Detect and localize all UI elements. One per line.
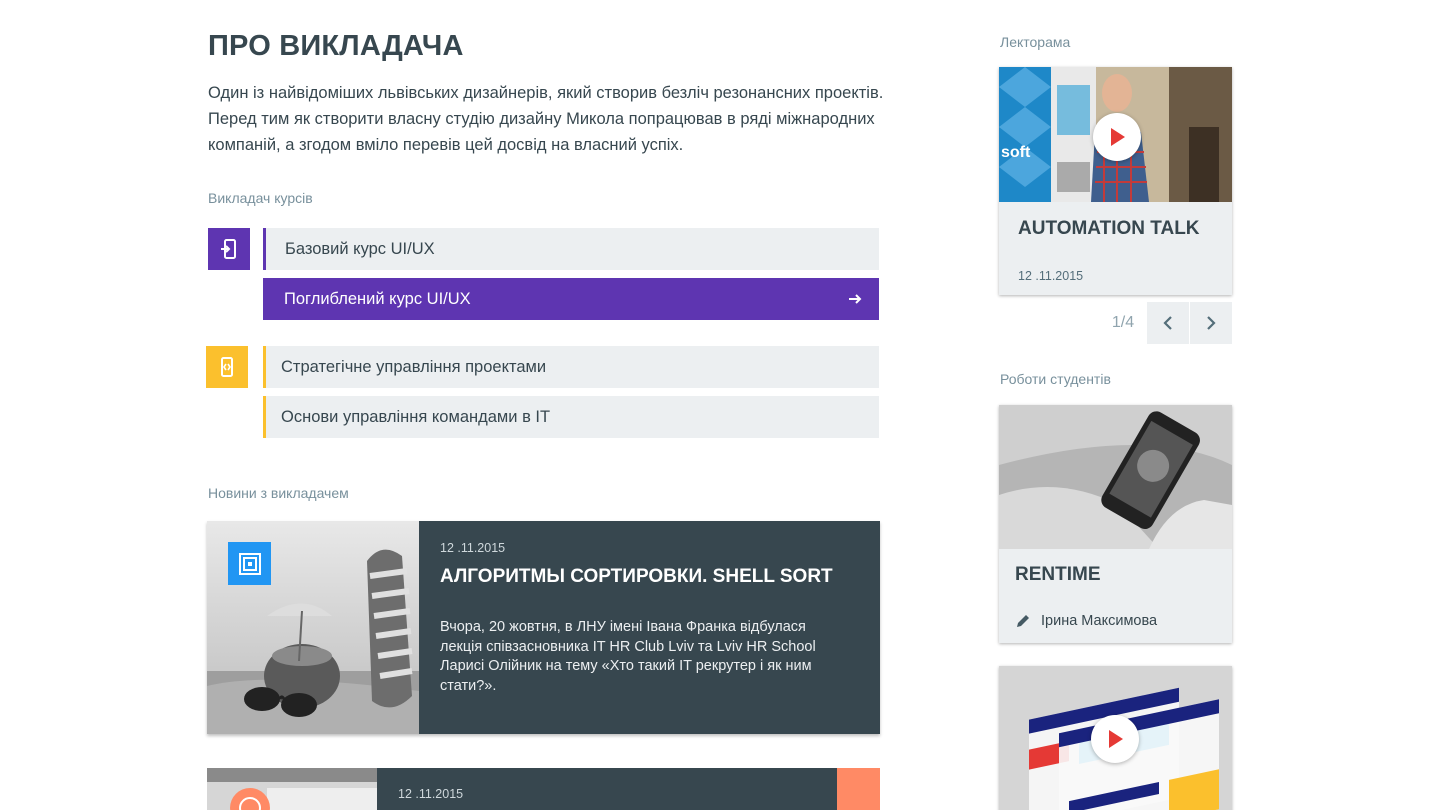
author-line: Ірина Максимова	[1015, 613, 1157, 629]
course-item-basic-uiux[interactable]: Базовий курс UI/UX	[263, 228, 879, 270]
lectorama-card[interactable]: soft AUTOMATION TALK 12 .11.2015	[999, 67, 1232, 295]
news-date: 12 .11.2015	[398, 787, 464, 801]
page-title: ПРО ВИКЛАДАЧА	[208, 30, 464, 62]
mobile-code-icon	[206, 346, 248, 388]
course-label: Основи управління командами в IT	[281, 407, 551, 426]
chevron-left-icon[interactable]	[1147, 302, 1189, 344]
news-card[interactable]: 12 .11.2015 АЛГОРИТМЫ СОРТИРОВКИ. SHELL …	[207, 521, 880, 734]
course-item-team-management[interactable]: Основи управління командами в IT	[263, 396, 879, 438]
news-text: Вчора, 20 жовтня, в ЛНУ імені Івана Фран…	[440, 619, 816, 694]
teacher-intro: Один із найвідоміших львівських дизайнер…	[208, 84, 884, 154]
news-card[interactable]: 12 .11.2015	[207, 768, 880, 810]
mobile-enter-icon	[208, 228, 250, 270]
news-title[interactable]: АЛГОРИТМЫ СОРТИРОВКИ. SHELL SORT	[440, 566, 833, 588]
news-date: 12 .11.2015	[440, 541, 506, 555]
lecture-date: 12 .11.2015	[1018, 269, 1084, 283]
lectorama-pager: 1/4	[1100, 302, 1232, 344]
news-accent	[837, 768, 880, 810]
course-label: Базовий курс UI/UX	[285, 239, 435, 258]
arrow-right-icon	[847, 291, 863, 307]
lecture-title: AUTOMATION TALK	[1018, 218, 1200, 239]
course-item-strategic-management[interactable]: Стратегічне управління проектами	[263, 346, 879, 388]
news-image	[207, 768, 377, 810]
author-name[interactable]: Ірина Максимова	[1041, 613, 1157, 629]
student-work-card[interactable]	[999, 666, 1232, 810]
svg-text:soft: soft	[1001, 144, 1031, 161]
student-work-card[interactable]: RENTIME Ірина Максимова	[999, 405, 1232, 643]
course-label: Стратегічне управління проектами	[281, 357, 547, 376]
lectorama-label: Лекторама	[1000, 34, 1071, 50]
nested-square-icon	[228, 542, 271, 585]
courses-label: Викладач курсів	[208, 190, 313, 206]
play-icon[interactable]	[1091, 715, 1139, 763]
pager-count: 1/4	[1111, 314, 1135, 331]
student-work-thumbnail	[999, 405, 1232, 549]
news-label: Новини з викладачем	[208, 485, 349, 501]
chevron-right-icon[interactable]	[1190, 302, 1232, 344]
page: ПРО ВИКЛАДАЧА Один із найвідоміших львів…	[0, 0, 1440, 810]
student-work-title: RENTIME	[1015, 564, 1101, 585]
course-item-advanced-uiux[interactable]: Поглиблений курс UI/UX	[263, 278, 879, 320]
student-works-label: Роботи студентів	[1000, 371, 1111, 387]
play-icon[interactable]	[1093, 113, 1141, 161]
course-label: Поглиблений курс UI/UX	[284, 289, 471, 308]
pencil-icon	[1017, 615, 1029, 627]
